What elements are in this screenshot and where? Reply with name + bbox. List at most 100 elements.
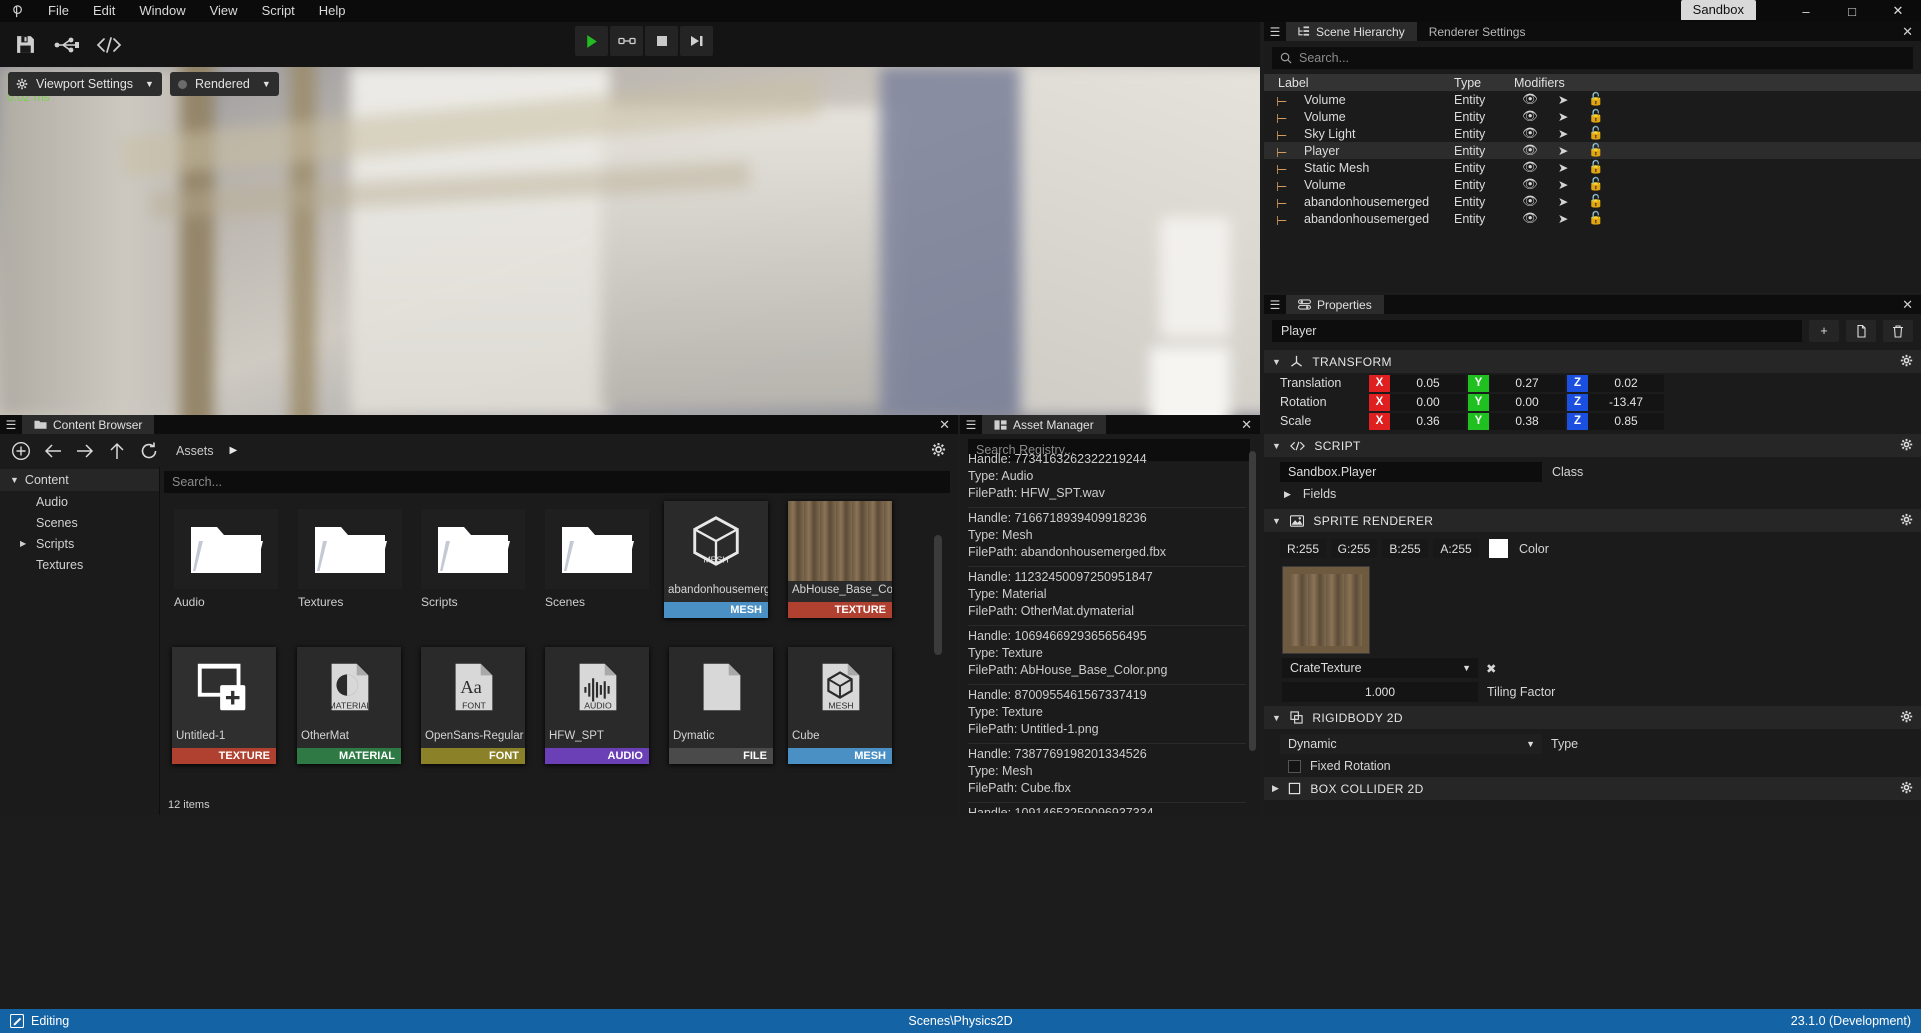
cursor-icon[interactable]: ➤ <box>1558 177 1568 192</box>
folder-tile-audio[interactable]: Audio <box>174 509 278 609</box>
folder-tile-scripts[interactable]: Scripts <box>421 509 525 609</box>
lock-icon[interactable]: 🔓 <box>1588 109 1604 124</box>
eye-icon[interactable]: 👁 <box>1522 92 1538 107</box>
eye-icon[interactable]: 👁 <box>1522 143 1538 158</box>
component-settings-icon[interactable] <box>1900 781 1913 797</box>
close-asset-manager-icon[interactable]: ✕ <box>1241 417 1252 433</box>
component-settings-icon[interactable] <box>1900 710 1913 726</box>
lock-icon[interactable]: 🔓 <box>1588 211 1604 226</box>
minimize-icon[interactable]: – <box>1783 0 1829 22</box>
asset-card-file[interactable]: Dymatic FILE <box>669 647 773 764</box>
registry-scrollbar[interactable] <box>1249 451 1256 751</box>
translation-x-field[interactable]: 0.05 <box>1390 374 1466 392</box>
cursor-icon[interactable]: ➤ <box>1558 126 1568 141</box>
tree-item-scenes[interactable]: Scenes <box>0 512 159 533</box>
cursor-icon[interactable]: ➤ <box>1558 211 1568 226</box>
rigidbody2d-component-header[interactable]: ▼ RIGIDBODY 2D <box>1264 706 1921 729</box>
hierarchy-row[interactable]: ⊢ Volume Entity 👁 ➤ 🔓 <box>1264 108 1921 126</box>
hierarchy-row[interactable]: ⊢ Volume Entity 👁 ➤ 🔓 <box>1264 91 1921 109</box>
hierarchy-row[interactable]: ⊢ Static Mesh Entity 👁 ➤ 🔓 <box>1264 159 1921 177</box>
tab-renderer-settings[interactable]: Renderer Settings <box>1417 22 1538 41</box>
cursor-icon[interactable]: ➤ <box>1558 109 1568 124</box>
delete-entity-button[interactable] <box>1883 320 1913 342</box>
back-button[interactable] <box>40 438 66 464</box>
asset-search-input[interactable]: Search... <box>164 471 950 493</box>
menu-edit[interactable]: Edit <box>81 0 127 22</box>
hierarchy-row[interactable]: ⊢ Sky Light Entity 👁 ➤ 🔓 <box>1264 125 1921 143</box>
close-content-browser-icon[interactable]: ✕ <box>939 417 950 433</box>
registry-entry[interactable]: Handle: 7387769198201334526 Type: Mesh F… <box>968 744 1246 803</box>
script-component-header[interactable]: ▼ SCRIPT <box>1264 434 1921 457</box>
lock-icon[interactable]: 🔓 <box>1588 160 1604 175</box>
cursor-icon[interactable]: ➤ <box>1558 143 1568 158</box>
asset-grid-scrollbar[interactable] <box>934 535 942 655</box>
translation-z-field[interactable]: 0.02 <box>1588 374 1664 392</box>
refresh-button[interactable] <box>136 438 162 464</box>
asset-card-cube[interactable]: MESH Cube MESH <box>788 647 892 764</box>
registry-entry[interactable]: Handle: 11232450097250951847 Type: Mater… <box>968 567 1246 626</box>
entity-name-input[interactable]: Player <box>1272 320 1802 342</box>
translation-y-field[interactable]: 0.27 <box>1489 374 1565 392</box>
close-properties-icon[interactable]: ✕ <box>1902 297 1913 313</box>
rotation-y-field[interactable]: 0.00 <box>1489 393 1565 411</box>
eye-icon[interactable]: 👁 <box>1522 109 1538 124</box>
body-type-dropdown[interactable]: Dynamic ▼ <box>1280 734 1542 754</box>
color-swatch[interactable] <box>1489 539 1508 558</box>
eye-icon[interactable]: 👁 <box>1522 177 1538 192</box>
close-scene-hierarchy-icon[interactable]: ✕ <box>1902 24 1913 40</box>
asset-card-untitled[interactable]: Untitled-1 TEXTURE <box>172 647 276 764</box>
component-settings-icon[interactable] <box>1900 513 1913 529</box>
hierarchy-search-input[interactable]: Search... <box>1272 47 1913 69</box>
tree-root-content[interactable]: ▼ Content <box>0 469 159 491</box>
simulate-button[interactable] <box>610 26 643 56</box>
play-button[interactable] <box>575 26 608 56</box>
folder-tile-scenes[interactable]: Scenes <box>545 509 649 609</box>
asset-card-texture[interactable]: AbHouse_Base_Color TEXTURE <box>788 501 892 618</box>
fixed-rotation-checkbox[interactable] <box>1288 759 1301 773</box>
menu-help[interactable]: Help <box>307 0 358 22</box>
registry-entry[interactable]: Handle: 7166718939409918236 Type: Mesh F… <box>968 508 1246 567</box>
menu-script[interactable]: Script <box>250 0 307 22</box>
tab-scene-hierarchy[interactable]: Scene Hierarchy <box>1286 22 1417 41</box>
add-asset-button[interactable] <box>8 438 34 464</box>
tree-item-audio[interactable]: Audio <box>0 491 159 512</box>
eye-icon[interactable]: 👁 <box>1522 160 1538 175</box>
eye-icon[interactable]: 👁 <box>1522 194 1538 209</box>
asset-card-material[interactable]: MATERIAL OtherMat MATERIAL <box>297 647 401 764</box>
eye-icon[interactable]: 👁 <box>1522 126 1538 141</box>
lock-icon[interactable]: 🔓 <box>1588 177 1604 192</box>
breadcrumb[interactable]: Assets <box>176 444 214 458</box>
script-fields-row[interactable]: ▶ Fields <box>1264 485 1921 505</box>
color-a-field[interactable]: A:255 <box>1433 539 1479 558</box>
tree-item-textures[interactable]: Textures <box>0 554 159 575</box>
menu-view[interactable]: View <box>198 0 250 22</box>
folder-tile-textures[interactable]: Textures <box>298 509 402 609</box>
tab-content-browser[interactable]: Content Browser <box>22 415 155 434</box>
tiling-factor-input[interactable]: 1.000 <box>1282 682 1478 702</box>
duplicate-entity-button[interactable] <box>1846 320 1876 342</box>
asset-card-font[interactable]: Aa FONT OpenSans-Regular FONT <box>421 647 525 764</box>
lock-icon[interactable]: 🔓 <box>1588 143 1604 158</box>
eye-icon[interactable]: 👁 <box>1522 211 1538 226</box>
maximize-icon[interactable]: □ <box>1829 0 1875 22</box>
tab-asset-manager[interactable]: Asset Manager <box>982 415 1106 434</box>
transform-component-header[interactable]: ▼ TRANSFORM <box>1264 350 1921 373</box>
panel-menu-icon[interactable]: ☰ <box>0 418 22 432</box>
render-mode-dropdown[interactable]: Rendered ▼ <box>169 72 279 96</box>
sprite-renderer-component-header[interactable]: ▼ SPRITE RENDERER <box>1264 509 1921 532</box>
cursor-icon[interactable]: ➤ <box>1558 194 1568 209</box>
content-browser-settings-icon[interactable] <box>931 442 946 460</box>
hierarchy-row[interactable]: ⊢ abandonhousemerged Entity 👁 ➤ 🔓 <box>1264 193 1921 211</box>
save-icon[interactable] <box>8 28 42 62</box>
menu-window[interactable]: Window <box>127 0 197 22</box>
scale-x-field[interactable]: 0.36 <box>1390 412 1466 430</box>
scene-viewport[interactable] <box>0 67 1260 415</box>
forward-button[interactable] <box>72 438 98 464</box>
registry-entry[interactable]: Handle: 1069466929365656495 Type: Textur… <box>968 626 1246 685</box>
rotation-z-field[interactable]: -13.47 <box>1588 393 1664 411</box>
color-g-field[interactable]: G:255 <box>1331 539 1377 558</box>
rotation-x-field[interactable]: 0.00 <box>1390 393 1466 411</box>
lock-icon[interactable]: 🔓 <box>1588 194 1604 209</box>
hierarchy-row-selected[interactable]: ⊢ Player Entity 👁 ➤ 🔓 <box>1264 142 1921 160</box>
stop-button[interactable] <box>645 26 678 56</box>
